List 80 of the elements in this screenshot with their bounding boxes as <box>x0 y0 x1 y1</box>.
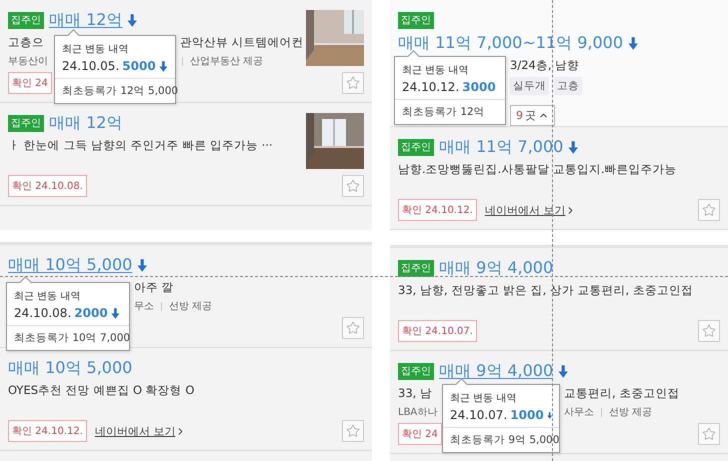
agent-name: LBA하나 <box>398 406 438 419</box>
favorite-button[interactable] <box>698 423 720 445</box>
confirmed-date: 확인 24 <box>398 423 442 445</box>
price-link[interactable]: 매매 10억 5,000 <box>8 255 132 276</box>
favorite-button[interactable] <box>342 175 364 197</box>
naver-link[interactable]: 네이버에서 보기 <box>484 202 576 218</box>
change-date: 24.10.07. <box>450 408 508 422</box>
agents-toggle[interactable]: 9 곳 <box>510 105 555 126</box>
first-listed-price: 최초등록가 10억 7,000 <box>7 325 129 350</box>
favorite-button[interactable] <box>342 72 364 94</box>
tooltip-title: 최근 변동 내역 <box>402 64 470 77</box>
first-listed-price: 최초등록가 12억 <box>395 99 505 124</box>
listing-description: 관악산뷰 시트템에어컨 <box>180 35 304 50</box>
tooltip-title: 최근 변동 내역 <box>62 43 130 56</box>
star-icon <box>346 76 360 90</box>
down-arrow-icon <box>158 60 168 72</box>
first-listed-price: 최초등록가 12억 5,000 <box>55 78 175 103</box>
listing-description: ㅏ 한눈에 그득 남향의 주인거주 빠른 입주가능 ··· <box>8 138 273 153</box>
listing-description: 아주 깔 <box>134 280 174 295</box>
down-arrow-icon <box>568 141 579 154</box>
first-listed-price: 최초등록가 9억 5,000 <box>443 427 559 452</box>
price-change: 3000 <box>462 80 496 94</box>
listing-description: 33, 남 <box>398 386 432 401</box>
change-date: 24.10.12. <box>402 80 460 94</box>
tooltip-title: 최근 변동 내역 <box>14 290 82 303</box>
favorite-button[interactable] <box>698 320 720 342</box>
confirmed-date: 확인 24.10.12. <box>8 420 87 442</box>
owner-badge: 집주인 <box>8 12 44 29</box>
down-arrow-icon <box>110 308 120 318</box>
price-link[interactable]: 매매 11억 7,000 <box>439 137 564 158</box>
owner-badge: 집주인 <box>398 12 434 29</box>
listing-description: 남향.조망뻥뚫린집.사통팔달 교통입지.빠른입주가능 <box>398 162 677 177</box>
naver-link[interactable]: 네이버에서 보기 <box>94 424 186 438</box>
owner-badge: 집주인 <box>398 260 434 277</box>
price-link[interactable]: 매매 11억 7,000~11억 9,000 <box>398 33 623 54</box>
price-link[interactable]: 매매 9억 4,000 <box>439 361 554 382</box>
agent-name: 무소 <box>134 300 154 313</box>
change-date: 24.10.05. <box>62 59 120 73</box>
price-change: 5000 <box>122 59 156 73</box>
confirmed-date: 확인 24.10.07. <box>398 320 477 342</box>
listing-description: 교통편리, 초중고인접 <box>564 386 680 401</box>
price-change: 2000 <box>74 306 108 320</box>
favorite-button[interactable] <box>698 199 720 221</box>
listing-description: 33, 남향, 전망좋고 밝은 집, 상가 교통편리, 초중고인접 <box>398 283 693 298</box>
down-arrow-icon <box>127 14 138 27</box>
confirmed-date: 확인 24.10.12. <box>398 199 477 221</box>
listing-description: 고층으 <box>8 35 44 50</box>
feature-tag: 실두개 <box>510 77 549 95</box>
favorite-button[interactable] <box>342 420 364 442</box>
price-link[interactable]: 매매 12억 <box>49 10 122 31</box>
price-link[interactable]: 매매 10억 5,000 <box>8 358 132 379</box>
agent-name: 사무소 <box>564 406 594 419</box>
star-icon <box>702 427 716 441</box>
listing-description: 3/24층, 남향 <box>510 58 580 73</box>
down-arrow-icon <box>558 365 569 378</box>
price-link[interactable]: 매매 12억 <box>49 113 122 134</box>
provider-text: 산업부동산 제공 <box>190 55 264 68</box>
listing-description: OYES추천 전망 예쁜집 O 확장형 O <box>8 383 194 398</box>
star-icon <box>346 321 360 335</box>
agent-name: 부동산이 <box>8 55 48 68</box>
feature-tag: 고층 <box>554 77 582 95</box>
favorite-button[interactable] <box>342 317 364 339</box>
star-icon <box>702 203 716 217</box>
tooltip-title: 최근 변동 내역 <box>450 392 518 405</box>
star-icon <box>346 424 360 438</box>
price-link[interactable]: 매매 9억 4,000 <box>439 258 554 279</box>
star-icon <box>702 324 716 338</box>
confirmed-date: 확인 24.10.08. <box>8 175 87 197</box>
provider-text: 선방 제공 <box>169 300 212 313</box>
owner-badge: 집주인 <box>398 139 434 156</box>
down-arrow-icon <box>628 37 638 50</box>
star-icon <box>346 179 360 193</box>
down-arrow-icon <box>137 259 148 272</box>
change-date: 24.10.08. <box>14 306 72 320</box>
provider-text: 선방 제공 <box>609 406 652 419</box>
confirmed-date: 확인 24 <box>8 72 52 94</box>
owner-badge: 집주인 <box>398 363 434 380</box>
price-change: 1000 <box>510 408 544 422</box>
owner-badge: 집주인 <box>8 115 44 132</box>
down-arrow-icon <box>546 410 552 420</box>
